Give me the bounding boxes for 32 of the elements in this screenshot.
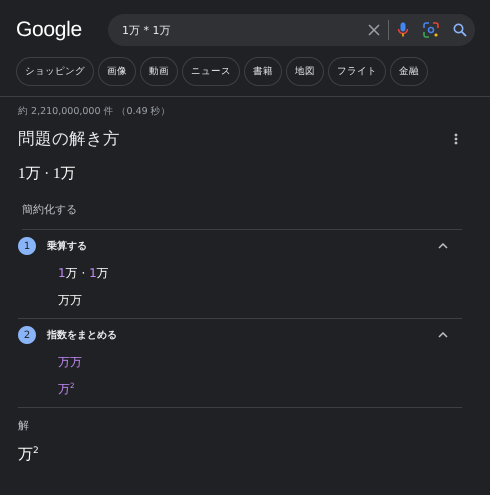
filter-chip[interactable]: 金融	[390, 57, 428, 86]
step-title: 乗算する	[47, 240, 88, 253]
step-expression: 1万 · 1万	[58, 265, 109, 282]
step-expression: 万万	[58, 292, 82, 309]
more-options-icon[interactable]	[454, 133, 458, 145]
filter-chip[interactable]: フライト	[328, 57, 386, 86]
answer-label: 解	[18, 418, 29, 433]
step-number: 1	[18, 237, 36, 255]
step-number: 2	[18, 326, 36, 344]
search-field[interactable]: 1万 * 1万	[122, 24, 360, 36]
search-icon[interactable]	[453, 23, 467, 37]
step-expression: 万万	[58, 354, 82, 371]
filter-chip[interactable]: 動画	[140, 57, 178, 86]
answer-expression: 万$^{2}$	[18, 445, 39, 464]
filter-chip[interactable]: 地図	[286, 57, 324, 86]
search-bar[interactable]: 1万 * 1万	[108, 14, 475, 46]
method-label: 簡約化する	[22, 202, 462, 230]
close-icon[interactable]	[368, 24, 380, 36]
step-title: 指数をまとめる	[47, 328, 118, 342]
camera-icon[interactable]	[423, 22, 439, 38]
google-logo[interactable]: Google	[16, 18, 94, 42]
filter-chip[interactable]: 画像	[98, 57, 136, 86]
filter-chip[interactable]: ニュース	[182, 57, 240, 86]
filter-chip[interactable]: ショッピング	[16, 57, 94, 86]
problem-expression: 1万 · 1万	[18, 165, 76, 183]
filter-chip[interactable]: 書籍	[244, 57, 282, 86]
chevron-up-icon[interactable]	[438, 243, 448, 249]
solver-title: 問題の解き方	[18, 128, 120, 150]
microphone-icon[interactable]	[397, 22, 409, 38]
result-stats: 約 2,210,000,000 件 （0.49 秒）	[18, 105, 172, 118]
step-expression: 万$^{2}$	[58, 381, 75, 398]
chevron-up-icon[interactable]	[438, 332, 448, 338]
